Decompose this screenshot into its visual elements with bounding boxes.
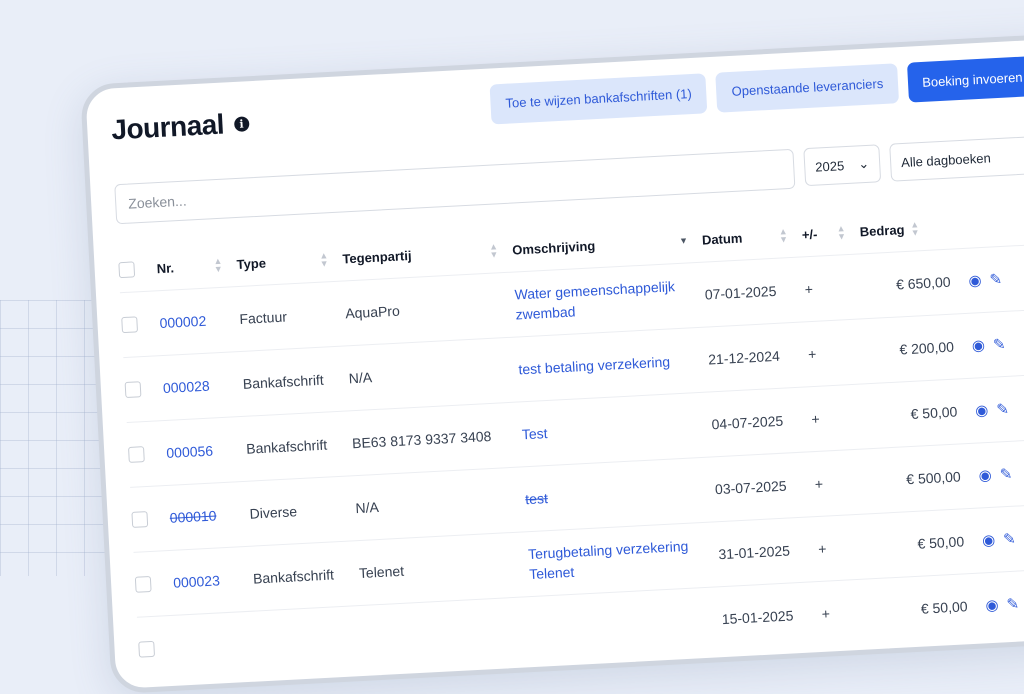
row-counterparty: N/A <box>348 369 373 387</box>
row-checkbox[interactable] <box>128 446 145 463</box>
row-description-link[interactable]: Test <box>521 423 548 444</box>
row-plus-minus: + <box>817 540 827 557</box>
view-icon[interactable]: ◉ <box>975 401 989 420</box>
search-placeholder: Zoeken... <box>127 192 187 212</box>
journal-page: Journaal i Toe te wijzen bankafschriften… <box>110 54 1024 687</box>
top-actions: Toe te wijzen bankafschriften (1) Openst… <box>489 54 1024 125</box>
row-checkbox[interactable] <box>138 640 156 658</box>
sort-icon: ▲ ▼ <box>909 219 920 238</box>
row-date: 31-01-2025 <box>718 542 791 563</box>
view-icon[interactable]: ◉ <box>982 531 996 550</box>
row-counterparty: AquaPro <box>344 302 401 322</box>
row-plus-minus: + <box>804 280 814 298</box>
row-number-link[interactable]: 000002 <box>159 313 206 331</box>
row-description-link[interactable]: Water gemeenschappelijk zwembad <box>514 275 706 325</box>
page-title: Journaal <box>110 108 225 146</box>
row-checkbox[interactable] <box>131 511 149 528</box>
header-amount[interactable]: Bedrag ▲ ▼ <box>859 219 948 240</box>
row-date: 03-07-2025 <box>714 477 787 498</box>
row-counterparty: BE63 8173 9337 3408 <box>351 427 492 452</box>
view-icon[interactable]: ◉ <box>968 271 982 290</box>
header-description[interactable]: Omschrijving ▼ <box>512 232 703 257</box>
row-amount: € 500,00 <box>905 468 962 488</box>
app-window: Journaal i Toe te wijzen bankafschriften… <box>80 32 1024 694</box>
sort-icon: ▲ ▼ <box>213 255 224 275</box>
assign-bank-statements-button[interactable]: Toe te wijzen bankafschriften (1) <box>489 73 708 125</box>
header-plus-minus[interactable]: +/- ▲ ▼ <box>801 223 860 242</box>
row-amount: € 50,00 <box>910 403 958 422</box>
new-booking-button[interactable]: Boeking invoeren ⌄ <box>907 54 1024 103</box>
row-number-link[interactable]: 000023 <box>173 572 220 590</box>
row-type: Bankafschrift <box>242 371 325 392</box>
row-date: 21-12-2024 <box>707 347 781 368</box>
sort-icon: ▲ ▼ <box>488 241 499 260</box>
edit-icon[interactable]: ✎ <box>1003 530 1016 549</box>
journal-value: Alle dagboeken <box>900 149 992 170</box>
row-plus-minus: + <box>821 605 831 622</box>
title-row: Journaal i <box>111 107 250 146</box>
row-date: 07-01-2025 <box>704 282 777 303</box>
row-number-link[interactable]: 000056 <box>166 443 213 461</box>
row-plus-minus: + <box>814 475 824 493</box>
header-type[interactable]: Type ▲ ▼ <box>236 250 343 273</box>
chevron-down-icon: ⌄ <box>857 155 870 172</box>
view-icon[interactable]: ◉ <box>978 466 992 485</box>
row-date: 15-01-2025 <box>721 607 794 628</box>
row-amount: € 200,00 <box>899 338 955 358</box>
sort-icon: ▲ ▼ <box>319 250 329 269</box>
row-plus-minus: + <box>807 345 817 363</box>
sort-icon: ▲ ▼ <box>778 226 789 245</box>
edit-icon[interactable]: ✎ <box>999 465 1012 484</box>
row-type: Diverse <box>249 503 298 522</box>
row-type: Bankafschrift <box>245 436 328 457</box>
row-checkbox[interactable] <box>124 381 142 399</box>
row-description-link[interactable]: test <box>525 488 549 509</box>
sort-desc-icon: ▼ <box>678 235 689 246</box>
sort-icon: ▲ ▼ <box>836 223 847 242</box>
view-icon[interactable]: ◉ <box>971 336 985 355</box>
row-plus-minus: + <box>811 410 821 428</box>
new-booking-label: Boeking invoeren <box>921 69 1023 90</box>
open-suppliers-button[interactable]: Openstaande leveranciers <box>715 63 900 113</box>
row-type: Bankafschrift <box>252 566 335 587</box>
row-number-link[interactable]: 000010 <box>169 507 216 525</box>
row-amount: € 50,00 <box>917 533 965 552</box>
row-date: 04-07-2025 <box>711 412 784 433</box>
header-party[interactable]: Tegenpartij ▲ ▼ <box>342 241 513 267</box>
edit-icon[interactable]: ✎ <box>1006 595 1019 614</box>
edit-icon[interactable]: ✎ <box>996 400 1009 419</box>
row-number-link[interactable]: 000028 <box>163 378 210 396</box>
header-nr[interactable]: Nr. ▲ ▼ <box>156 256 237 276</box>
row-type: Factuur <box>239 308 288 327</box>
info-icon[interactable]: i <box>233 115 250 132</box>
row-counterparty: Telenet <box>358 562 405 582</box>
row-checkbox[interactable] <box>134 575 152 593</box>
year-select[interactable]: 2025 ⌄ <box>803 144 882 187</box>
row-amount: € 650,00 <box>895 273 951 293</box>
table-body: 000002 Factuur AquaPro Water gemeenschap… <box>119 240 1024 682</box>
journal-select[interactable]: Alle dagboeken <box>889 134 1024 182</box>
header-date[interactable]: Datum ▲ ▼ <box>702 226 803 247</box>
select-all-checkbox[interactable] <box>118 261 136 279</box>
view-icon[interactable]: ◉ <box>985 596 999 615</box>
row-counterparty: N/A <box>355 498 380 517</box>
year-value: 2025 <box>814 157 845 175</box>
row-amount: € 50,00 <box>920 598 968 617</box>
journal-table: Nr. ▲ ▼ Type ▲ ▼ Tegenpartij ▲ ▼ Omschrijvi… <box>118 197 1024 682</box>
edit-icon[interactable]: ✎ <box>992 335 1006 354</box>
search-input[interactable]: Zoeken... <box>114 148 796 225</box>
row-checkbox[interactable] <box>121 316 139 334</box>
row-description-link[interactable]: test betaling verzekering <box>518 352 671 380</box>
edit-icon[interactable]: ✎ <box>989 270 1002 289</box>
row-description-link[interactable]: Terugbetaling verzekering Telenet <box>528 534 720 584</box>
